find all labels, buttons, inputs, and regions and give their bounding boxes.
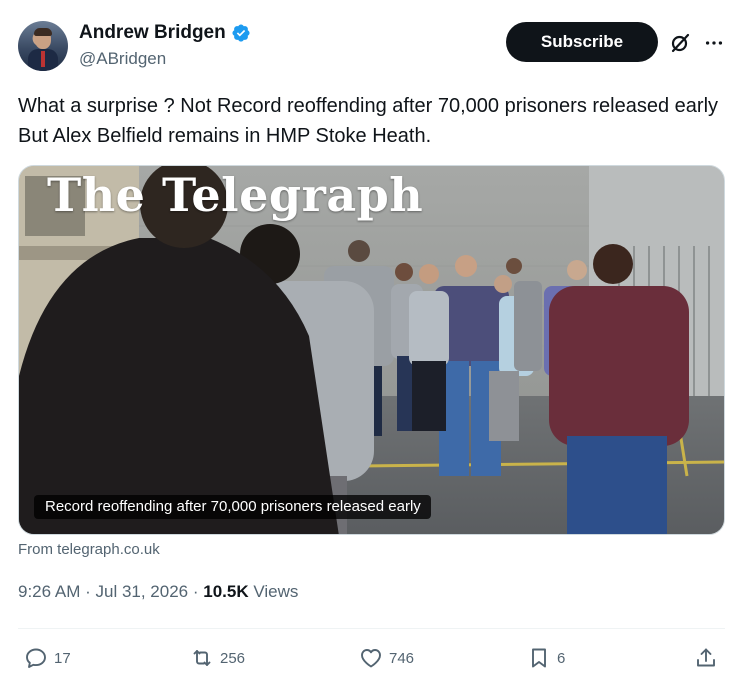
tweet-meta: 9:26 AM · Jul 31, 2026 · 10.5K Views [18, 582, 298, 602]
card-source[interactable]: From telegraph.co.uk [18, 541, 160, 558]
bookmark-button[interactable]: 6 [527, 646, 565, 670]
card-caption: Record reoffending after 70,000 prisoner… [34, 495, 431, 519]
bookmark-icon [532, 648, 546, 668]
reply-button[interactable]: 17 [24, 646, 71, 670]
grok-icon[interactable] [668, 31, 692, 55]
views-count: 10.5K [203, 582, 249, 601]
author-handle[interactable]: @ABridgen [79, 49, 166, 69]
views-label: Views [253, 582, 299, 601]
like-count: 746 [389, 649, 415, 667]
reply-count: 17 [54, 649, 71, 667]
meta-separator: · [192, 582, 204, 601]
repost-count: 256 [220, 649, 246, 667]
heart-icon [361, 649, 381, 668]
more-icon[interactable] [703, 32, 725, 54]
subscribe-button[interactable]: Subscribe [506, 22, 658, 62]
repost-button[interactable]: 256 [190, 646, 245, 670]
tweet-time[interactable]: 9:26 AM [18, 582, 80, 601]
meta-separator: · [85, 582, 96, 601]
author-name-row[interactable]: Andrew Bridgen [79, 22, 251, 44]
divider [18, 628, 725, 629]
repost-icon [193, 650, 211, 666]
like-button[interactable]: 746 [359, 646, 414, 670]
bookmark-count: 6 [557, 649, 566, 667]
link-card[interactable]: The Telegraph Record reoffending after 7… [18, 165, 725, 535]
masthead-logo: The Telegraph [47, 168, 424, 222]
tweet-text: What a surprise ? Not Record reoffending… [18, 95, 719, 147]
display-name[interactable]: Andrew Bridgen [79, 22, 226, 44]
share-button[interactable] [694, 646, 718, 670]
verified-badge-icon [232, 24, 250, 42]
avatar[interactable] [18, 21, 68, 71]
reply-icon [26, 648, 46, 668]
tweet-date[interactable]: Jul 31, 2026 [96, 582, 189, 601]
share-icon [697, 648, 715, 667]
